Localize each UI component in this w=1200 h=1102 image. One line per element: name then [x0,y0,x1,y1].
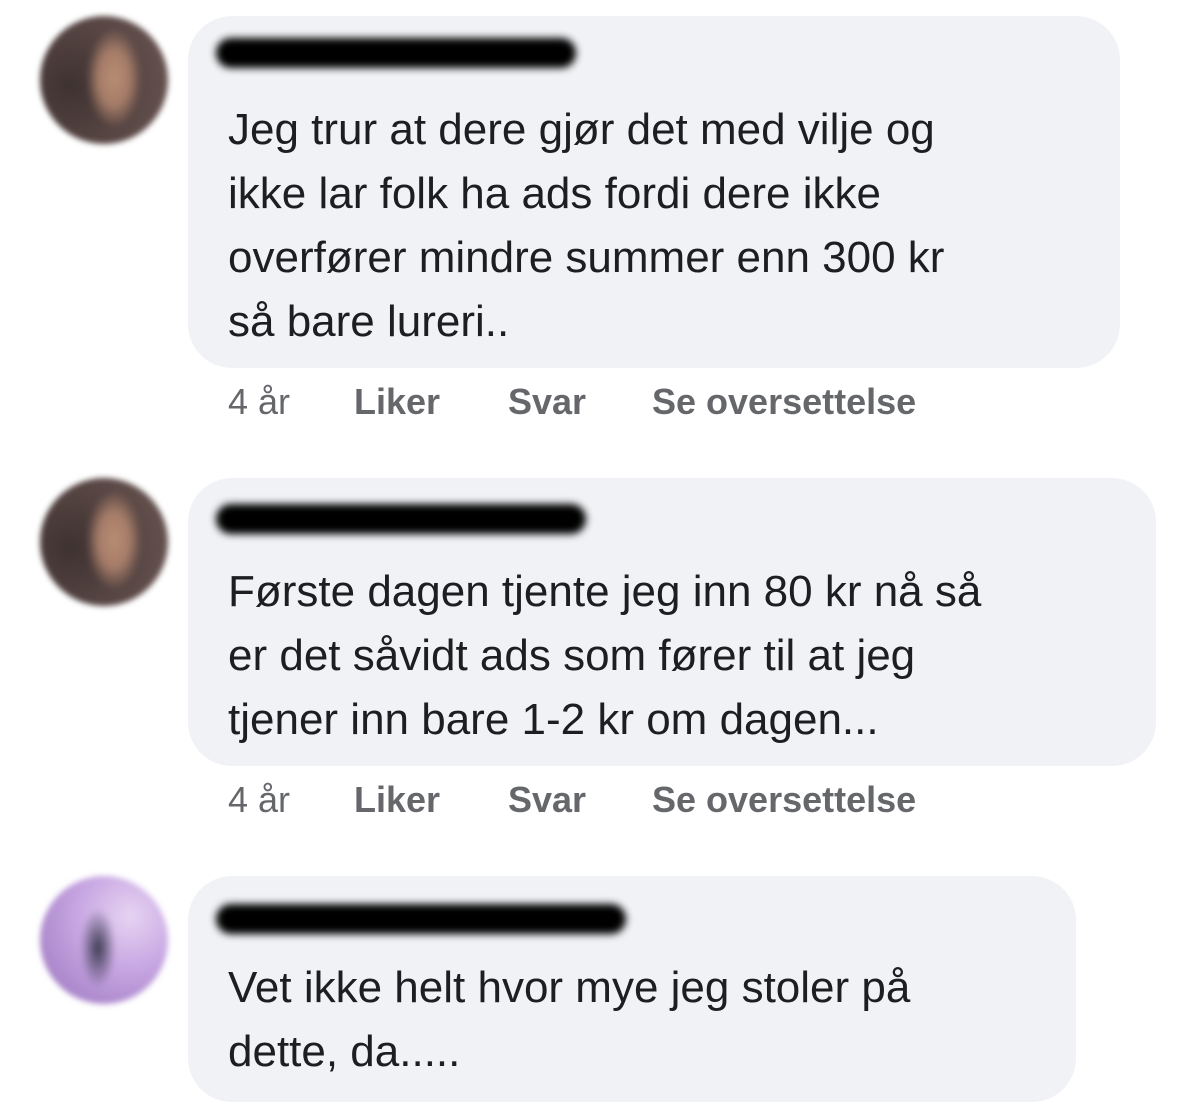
redacted-author-name [216,904,626,934]
reply-button[interactable]: Svar [508,778,586,822]
comment-bubble: Jeg trur at dere gjør det med vilje og i… [188,16,1120,368]
comment-text: Vet ikke helt hvor mye jeg stoler på det… [228,963,911,1076]
redacted-author-name [216,38,576,68]
comment-bubble: Første dagen tjente jeg inn 80 kr nå så … [188,478,1156,766]
see-translation-button[interactable]: Se oversettelse [652,380,916,424]
comment-bubble: Vet ikke helt hvor mye jeg stoler på det… [188,876,1076,1102]
avatar[interactable] [40,478,168,606]
redacted-author-name [216,504,586,534]
like-button[interactable]: Liker [354,380,440,424]
comment-timestamp: 4 år [228,381,291,422]
avatar[interactable] [40,16,168,144]
comment-text: Jeg trur at dere gjør det med vilje og i… [228,105,945,346]
avatar[interactable] [40,876,168,1004]
comment-timestamp: 4 år [228,779,291,820]
see-translation-button[interactable]: Se oversettelse [652,778,916,822]
reply-button[interactable]: Svar [508,380,586,424]
comment-text: Første dagen tjente jeg inn 80 kr nå så … [228,567,982,744]
like-button[interactable]: Liker [354,778,440,822]
